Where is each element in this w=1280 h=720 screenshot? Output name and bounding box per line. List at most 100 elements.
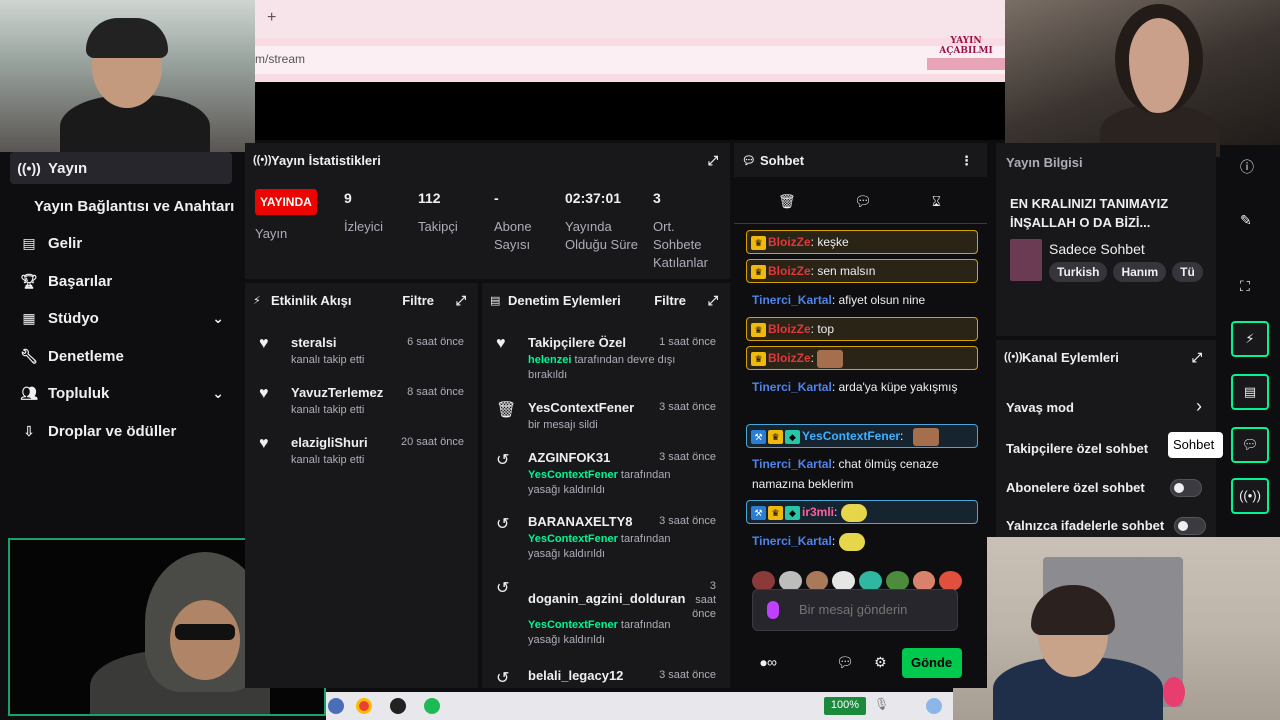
info-icon[interactable]: ⓘ bbox=[1240, 157, 1254, 177]
stat-value: - bbox=[494, 190, 499, 206]
undo-icon: ↺ bbox=[496, 452, 510, 469]
panel-title: Kanal Eylemleri bbox=[1022, 349, 1119, 365]
activity-user: YavuzTerlemez bbox=[291, 385, 384, 400]
chrome-icon[interactable] bbox=[356, 698, 372, 714]
chevron-right-icon[interactable]: › bbox=[1196, 396, 1202, 417]
panel-title: Etkinlik Akışı bbox=[271, 292, 352, 308]
chat-bubble-icon[interactable]: 💬︎ bbox=[854, 193, 872, 210]
mod-actions-toggle-button[interactable]: ▤ bbox=[1231, 374, 1269, 410]
emote-icon[interactable] bbox=[939, 571, 962, 591]
chat-message[interactable]: Tinerci_Kartal: chat ölmüş cenaze namazı… bbox=[752, 454, 967, 494]
slow-mode-label[interactable]: Yavaş mod bbox=[1006, 400, 1074, 415]
stream-title: EN KRALINIZI TANIMAYIZ İNŞALLAH O DA BİZ… bbox=[1010, 196, 1169, 230]
chat-toggle-button[interactable]: 💬︎ bbox=[1231, 427, 1269, 463]
subs-only-label[interactable]: Abonelere özel sohbet bbox=[1006, 480, 1145, 495]
mod-actor: YesContextFener bbox=[528, 619, 618, 631]
microphone-icon[interactable] bbox=[767, 601, 779, 619]
chat-input-box[interactable] bbox=[752, 589, 958, 631]
filter-button[interactable]: Filtre bbox=[402, 293, 434, 308]
mod-action-time: 3 saat önce bbox=[659, 401, 716, 413]
emote-icon[interactable] bbox=[859, 571, 882, 591]
emote-icon[interactable] bbox=[805, 571, 829, 591]
sidebar-item-denetleme[interactable]: 🔧︎ Denetleme bbox=[10, 340, 232, 372]
broadcast-icon: ((•)) bbox=[1239, 488, 1261, 503]
loop-icon[interactable]: ⦁∞ bbox=[760, 654, 777, 671]
emote-icon[interactable] bbox=[752, 571, 775, 591]
chat-text: : top bbox=[810, 322, 835, 336]
address-bar[interactable]: m/stream bbox=[255, 46, 1005, 74]
app-icon[interactable] bbox=[328, 698, 344, 714]
spotify-icon[interactable] bbox=[424, 698, 440, 714]
tag[interactable]: Tü bbox=[1172, 262, 1203, 282]
filter-button[interactable]: Filtre bbox=[654, 293, 686, 308]
more-options-icon[interactable]: ⋮ bbox=[960, 153, 973, 169]
chat-text: : bbox=[810, 351, 815, 365]
emote-only-toggle[interactable] bbox=[1174, 517, 1206, 535]
crown-badge-icon: ♛ bbox=[751, 322, 766, 337]
pencil-icon[interactable]: ✎ bbox=[1240, 212, 1252, 229]
hourglass-icon[interactable]: ⌛︎ bbox=[932, 193, 941, 210]
activity-toggle-button[interactable]: ⚡︎ bbox=[1231, 321, 1269, 357]
activity-time: 20 saat önce bbox=[401, 436, 464, 448]
document-icon: ▤ bbox=[490, 294, 501, 307]
chat-message[interactable]: ⚒ ♛ ◆ YesContextFener: bbox=[746, 424, 978, 448]
sidebar-item-basarilar[interactable]: 🏆︎ Başarılar bbox=[10, 265, 232, 297]
list-item[interactable]: ↺ doganin_agzini_dolduran 3 saat önce Ye… bbox=[492, 578, 720, 646]
activity-user: elazigliShuri bbox=[291, 435, 368, 450]
sidebar-item-topluluk[interactable]: 👥︎ Topluluk ⌄ bbox=[10, 377, 232, 409]
category-name[interactable]: Sadece Sohbet bbox=[1049, 241, 1145, 257]
stat-value: 9 bbox=[344, 190, 352, 206]
sidebar-item-stream-key[interactable]: Yayın Bağlantısı ve Anahtarı bbox=[34, 190, 244, 222]
emote-icon[interactable] bbox=[885, 571, 909, 591]
mod-actor: helenzei bbox=[528, 354, 572, 366]
category-thumbnail[interactable] bbox=[1010, 239, 1042, 281]
popout-icon[interactable]: ⤢ bbox=[456, 293, 466, 309]
chat-message[interactable]: ⚒ ♛ ◆ ir3mli: bbox=[746, 500, 978, 524]
subs-only-toggle[interactable] bbox=[1170, 479, 1202, 497]
chat-message[interactable]: ♛ BloizZe: sen malsın bbox=[746, 259, 978, 283]
emote-icon[interactable] bbox=[912, 571, 936, 591]
sidebar-item-gelir[interactable]: ▤ Gelir bbox=[10, 227, 232, 259]
mod-action-desc: YesContextFener tarafından yasağı kaldır… bbox=[528, 468, 688, 498]
popout-icon[interactable]: ⤢ bbox=[708, 153, 718, 169]
gear-icon[interactable]: ⚙︎ bbox=[874, 654, 887, 671]
chat-input[interactable] bbox=[799, 602, 949, 617]
stat-subs: - Abone Sayısı bbox=[494, 189, 544, 254]
emote-only-label[interactable]: Yalnızca ifadelerle sohbet bbox=[1006, 518, 1164, 533]
sidebar-item-studyo[interactable]: ▦ Stüdyo ⌄ bbox=[10, 302, 232, 334]
chat-message[interactable]: Tinerci_Kartal: arda'ya küpe yakışmış bbox=[752, 377, 962, 397]
crop-icon[interactable]: ⛶ bbox=[1240, 278, 1250, 295]
tag[interactable]: Hanım bbox=[1113, 262, 1167, 282]
chat-message[interactable]: ♛ BloizZe: keşke bbox=[746, 230, 978, 254]
followers-only-label[interactable]: Takipçilere özel sohbet bbox=[1006, 441, 1148, 456]
sidebar-item-droplar[interactable]: ⇩ Droplar ve ödüller bbox=[10, 415, 232, 447]
send-button[interactable]: Gönde bbox=[902, 648, 962, 678]
bits-badge-icon: ◆ bbox=[785, 505, 800, 520]
headset bbox=[86, 18, 168, 58]
chat-bubble-icon[interactable]: 💬︎ bbox=[836, 654, 854, 671]
zoom-level[interactable]: 100% bbox=[824, 697, 866, 715]
popout-icon[interactable]: ⤢ bbox=[708, 293, 718, 309]
chat-message[interactable]: Tinerci_Kartal: afiyet olsun nine bbox=[752, 290, 984, 310]
broadcast-toggle-button[interactable]: ((•)) bbox=[1231, 478, 1269, 514]
stat-label: Abone Sayısı bbox=[494, 219, 532, 252]
weather-icon[interactable] bbox=[926, 698, 942, 714]
mod-action-time: 3 saat önce bbox=[659, 515, 716, 527]
heart-icon: ♥ bbox=[259, 385, 269, 402]
new-tab-button[interactable]: + bbox=[267, 9, 276, 27]
taskbar: 100% 🎙︎ bbox=[326, 692, 953, 720]
trash-icon[interactable]: 🗑︎ bbox=[778, 193, 796, 210]
popout-icon[interactable]: ⤢ bbox=[1192, 350, 1202, 366]
chat-message[interactable]: ♛ BloizZe: bbox=[746, 346, 978, 370]
sidebar-item-yayin[interactable]: ((•)) Yayın bbox=[10, 152, 232, 184]
emote-icon[interactable] bbox=[832, 571, 855, 591]
list-item[interactable]: ♥ Takipçilere Özel 1 saat önce helenzei … bbox=[492, 335, 720, 381]
panel-header: ((•)) Yayın İstatistikleri ⤢ bbox=[245, 143, 730, 177]
microphone-icon[interactable]: 🎙︎ bbox=[874, 697, 889, 711]
obs-icon[interactable] bbox=[390, 698, 406, 714]
tag[interactable]: Turkish bbox=[1049, 262, 1108, 282]
browser-window: + m/stream YAYIN AÇABILMI bbox=[255, 0, 1005, 82]
chat-message[interactable]: Tinerci_Kartal: bbox=[752, 531, 984, 551]
chat-message[interactable]: ♛ BloizZe: top bbox=[746, 317, 978, 341]
emote-icon[interactable] bbox=[778, 571, 802, 591]
